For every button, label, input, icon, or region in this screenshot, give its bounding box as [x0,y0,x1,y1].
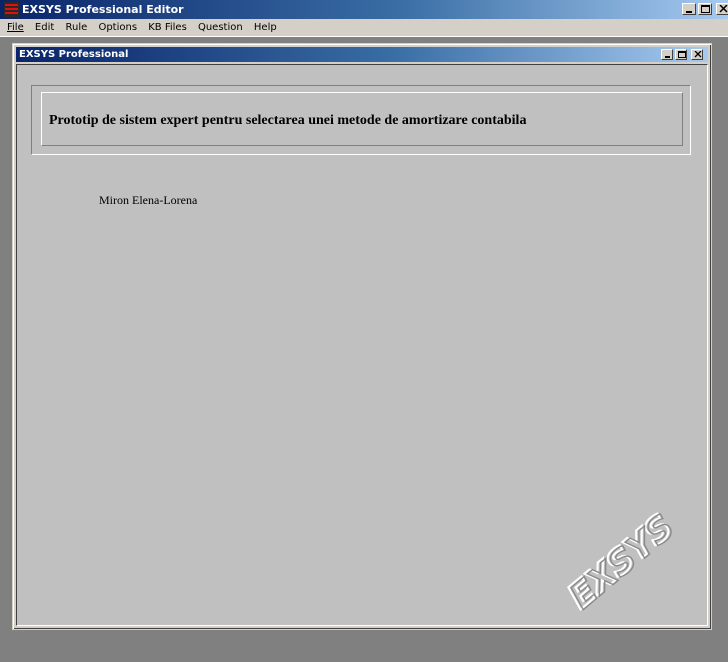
close-icon [694,51,702,58]
menu-rule[interactable]: Rule [61,19,91,36]
app-caption-buttons [682,3,728,15]
svg-text:EXSYS: EXSYS [563,507,683,617]
author-name: Miron Elena-Lorena [99,193,198,207]
child-maximize-button[interactable] [675,49,687,60]
menu-rule-label: Rule [65,22,88,33]
child-caption-buttons [661,49,703,60]
minimize-icon [665,56,670,58]
exsys-app-icon [4,2,19,17]
menubar: File Edit Rule Options KB Files Question… [0,19,728,37]
minimize-icon [686,11,692,13]
child-minimize-button[interactable] [661,49,673,60]
menu-help[interactable]: Help [250,19,281,36]
child-window: EXSYS Professional Prototip de sistem ex… [12,43,712,630]
heading-frame: Prototip de sistem expert pentru selecta… [31,85,691,155]
menu-question[interactable]: Question [194,19,247,36]
close-button[interactable] [716,3,728,15]
system-title: Prototip de sistem expert pentru selecta… [49,113,527,128]
mdi-workspace: EXSYS Professional Prototip de sistem ex… [0,37,728,662]
close-icon [719,5,728,13]
menu-edit[interactable]: Edit [31,19,58,36]
menu-question-label: Question [197,22,243,33]
child-client-area: Prototip de sistem expert pentru selecta… [16,64,708,626]
app-title: EXSYS Professional Editor [22,3,184,16]
menu-file[interactable]: File [0,19,28,36]
menu-help-label: Help [253,22,277,33]
maximize-icon [678,51,686,58]
heading-panel: Prototip de sistem expert pentru selecta… [41,92,683,146]
child-close-button[interactable] [691,49,703,60]
maximize-icon [701,5,710,13]
exsys-logo-watermark: EXSYS EXSYS [559,506,683,618]
minimize-button[interactable] [682,3,696,15]
child-title: EXSYS Professional [19,49,129,60]
menu-kb-files-label: KB Files [148,22,187,33]
child-titlebar[interactable]: EXSYS Professional [16,47,708,62]
menu-options-label: Options [98,22,138,33]
menu-edit-label: Edit [34,22,55,33]
maximize-button[interactable] [698,3,712,15]
menu-kb-files[interactable]: KB Files [144,19,191,36]
menu-file-label: File [7,22,24,33]
menu-options[interactable]: Options [94,19,141,36]
app-titlebar[interactable]: EXSYS Professional Editor [0,0,728,19]
